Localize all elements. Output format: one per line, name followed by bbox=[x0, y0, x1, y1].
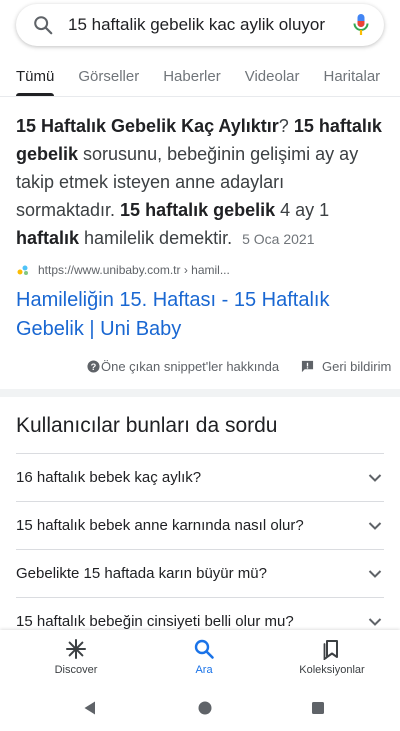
system-navigation-bar bbox=[0, 686, 400, 731]
bottom-navigation: Discover Ara Koleksiyonlar bbox=[0, 630, 400, 686]
source-url: https://www.unibaby.com.tr › hamil... bbox=[38, 263, 230, 277]
search-icon bbox=[194, 639, 214, 659]
nav-discover-label: Discover bbox=[54, 664, 98, 676]
paa-question-text: 16 haftalık bebek kaç aylık? bbox=[16, 469, 202, 486]
nav-discover[interactable]: Discover bbox=[26, 638, 126, 676]
snippet-bold-4: haftalık bbox=[16, 228, 80, 248]
back-icon[interactable] bbox=[82, 700, 98, 716]
svg-text:?: ? bbox=[91, 362, 97, 372]
snippet-bold-1: 15 Haftalık Gebelik Kaç Aylıktır bbox=[16, 116, 279, 136]
search-bar[interactable] bbox=[16, 4, 384, 46]
paa-question[interactable]: 16 haftalık bebek kaç aylık? bbox=[16, 453, 384, 502]
result-title-link[interactable]: Hamileliğin 15. Haftası - 15 Haftalık Ge… bbox=[16, 286, 376, 344]
paa-question-text: 15 haftalık bebek anne karnında nasıl ol… bbox=[16, 517, 304, 534]
chevron-down-icon bbox=[368, 473, 382, 482]
snippet-bold-3: 15 haftalık gebelik bbox=[120, 200, 276, 220]
tab-maps[interactable]: Haritalar bbox=[312, 56, 393, 96]
search-icon[interactable] bbox=[32, 14, 54, 36]
chevron-down-icon bbox=[368, 617, 382, 626]
about-snippets-label: Öne çıkan snippet'ler hakkında bbox=[101, 359, 280, 374]
tab-all[interactable]: Tümü bbox=[0, 56, 66, 96]
microphone-icon[interactable] bbox=[352, 13, 370, 37]
paa-question[interactable]: Gebelikte 15 haftada karın büyür mü? bbox=[16, 550, 384, 598]
nav-search-label: Ara bbox=[195, 664, 213, 676]
snippet-text-4: hamilelik demektir. bbox=[79, 228, 233, 248]
paa-question-text: 15 haftalık bebeğin cinsiyeti belli olur… bbox=[16, 613, 294, 630]
feedback-icon bbox=[301, 360, 314, 373]
about-snippets-link[interactable]: ? Öne çıkan snippet'ler hakkında bbox=[87, 359, 279, 374]
recents-icon[interactable] bbox=[310, 700, 326, 716]
snippet-text-3: 4 ay 1 bbox=[275, 200, 330, 220]
search-tabs: Tümü Görseller Haberler Videolar Harital… bbox=[0, 56, 400, 97]
tab-images[interactable]: Görseller bbox=[66, 56, 151, 96]
paa-question-text: Gebelikte 15 haftada karın büyür mü? bbox=[16, 565, 267, 582]
nav-collections-label: Koleksiyonlar bbox=[299, 664, 365, 676]
featured-snippet: 15 Haftalık Gebelik Kaç Aylıktır? 15 haf… bbox=[16, 112, 386, 253]
tab-news[interactable]: Haberler bbox=[151, 56, 233, 96]
bookmark-collections-icon bbox=[323, 640, 338, 660]
feedback-label: Geri bildirim bbox=[322, 359, 392, 374]
chevron-down-icon bbox=[368, 521, 382, 530]
snippet-text-1: ? bbox=[278, 116, 294, 136]
paa-list: 16 haftalık bebek kaç aylık? 15 haftalık… bbox=[0, 453, 400, 646]
result-source[interactable]: https://www.unibaby.com.tr › hamil... bbox=[16, 263, 230, 277]
home-icon[interactable] bbox=[197, 700, 213, 716]
asterisk-icon bbox=[66, 639, 86, 659]
nav-collections[interactable]: Koleksiyonlar bbox=[282, 638, 382, 676]
search-input[interactable] bbox=[68, 15, 344, 35]
site-favicon bbox=[17, 265, 28, 275]
feedback-link[interactable]: Geri bildirim bbox=[301, 359, 391, 374]
chevron-down-icon bbox=[368, 569, 382, 578]
paa-question[interactable]: 15 haftalık bebek anne karnında nasıl ol… bbox=[16, 502, 384, 550]
section-divider bbox=[0, 389, 400, 397]
snippet-meta-row: ? Öne çıkan snippet'ler hakkında Geri bi… bbox=[0, 357, 400, 379]
nav-search[interactable]: Ara bbox=[154, 638, 254, 676]
snippet-text: 15 Haftalık Gebelik Kaç Aylıktır? 15 haf… bbox=[16, 112, 386, 253]
tab-videos[interactable]: Videolar bbox=[233, 56, 312, 96]
snippet-date: 5 Oca 2021 bbox=[242, 231, 315, 247]
paa-title: Kullanıcılar bunları da sordu bbox=[16, 414, 278, 437]
help-circle-icon: ? bbox=[87, 360, 100, 373]
